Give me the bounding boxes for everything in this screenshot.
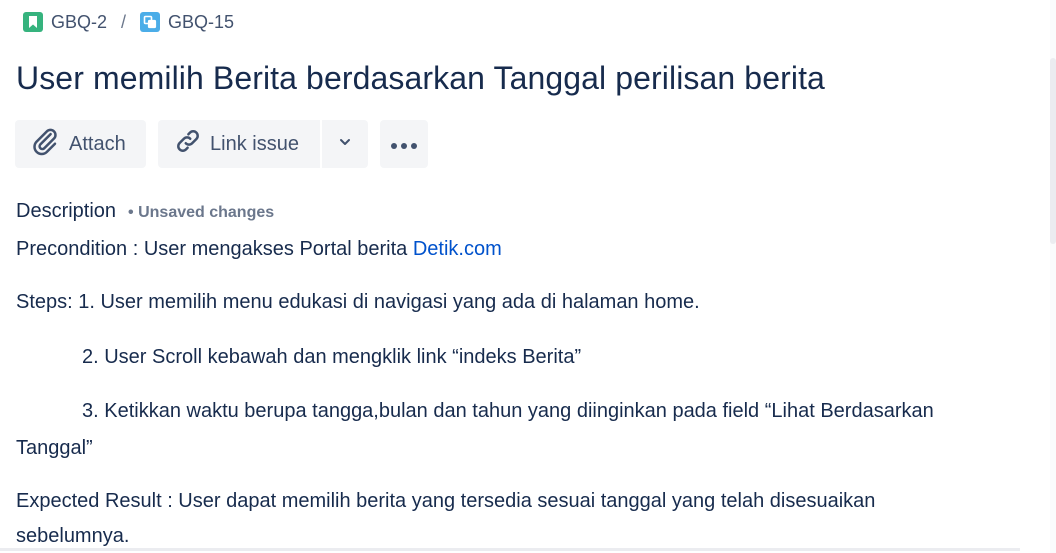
breadcrumb-parent-issue[interactable]: GBQ-2 [23, 12, 107, 33]
chevron-down-icon [337, 133, 353, 156]
breadcrumb: GBQ-2 / GBQ-15 [23, 10, 234, 34]
issue-view: GBQ-2 / GBQ-15 User memilih Berita berda… [0, 0, 1056, 553]
ellipsis-icon [390, 133, 418, 156]
description-step-1[interactable]: Steps: 1. User memilih menu edukasi di n… [16, 291, 700, 314]
link-issue-label: Link issue [210, 132, 299, 155]
description-expected-result-continued[interactable]: sebelumnya. [16, 525, 129, 548]
issue-toolbar: Attach Link issue [15, 120, 428, 168]
story-bookmark-icon [23, 12, 43, 32]
precondition-text: Precondition : User mengakses Portal ber… [16, 238, 413, 260]
description-expected-result[interactable]: Expected Result : User dapat memilih ber… [16, 490, 875, 513]
paperclip-icon [30, 126, 60, 162]
link-icon [173, 126, 203, 162]
description-heading: Description [16, 200, 117, 222]
attach-label: Attach [69, 132, 126, 155]
description-step-2[interactable]: 2. User Scroll kebawah dan mengklik link… [82, 346, 581, 369]
description-header: Description • Unsaved changes [16, 200, 274, 223]
scrollbar-track[interactable] [1050, 0, 1056, 553]
link-issue-group: Link issue [158, 120, 368, 168]
link-issue-button[interactable]: Link issue [158, 120, 320, 168]
attach-button[interactable]: Attach [15, 120, 146, 168]
breadcrumb-separator: / [121, 11, 127, 32]
unsaved-changes-badge: • Unsaved changes [128, 204, 275, 221]
description-precondition[interactable]: Precondition : User mengakses Portal ber… [16, 238, 502, 261]
breadcrumb-current-label: GBQ-15 [168, 11, 235, 32]
scrollbar-thumb[interactable] [1050, 58, 1056, 244]
breadcrumb-parent-label: GBQ-2 [51, 11, 108, 32]
link-issue-dropdown-button[interactable] [320, 120, 368, 168]
detik-link[interactable]: Detik.com [413, 238, 502, 260]
more-actions-button[interactable] [380, 120, 428, 168]
subtask-icon [140, 12, 161, 32]
description-step-3[interactable]: 3. Ketikkan waktu berupa tangga,bulan da… [82, 400, 934, 423]
description-step-3-continued[interactable]: Tanggal” [16, 437, 93, 460]
issue-title[interactable]: User memilih Berita berdasarkan Tanggal … [16, 60, 825, 97]
editor-bottom-border [0, 548, 1020, 551]
breadcrumb-current-issue[interactable]: GBQ-15 [140, 12, 234, 33]
